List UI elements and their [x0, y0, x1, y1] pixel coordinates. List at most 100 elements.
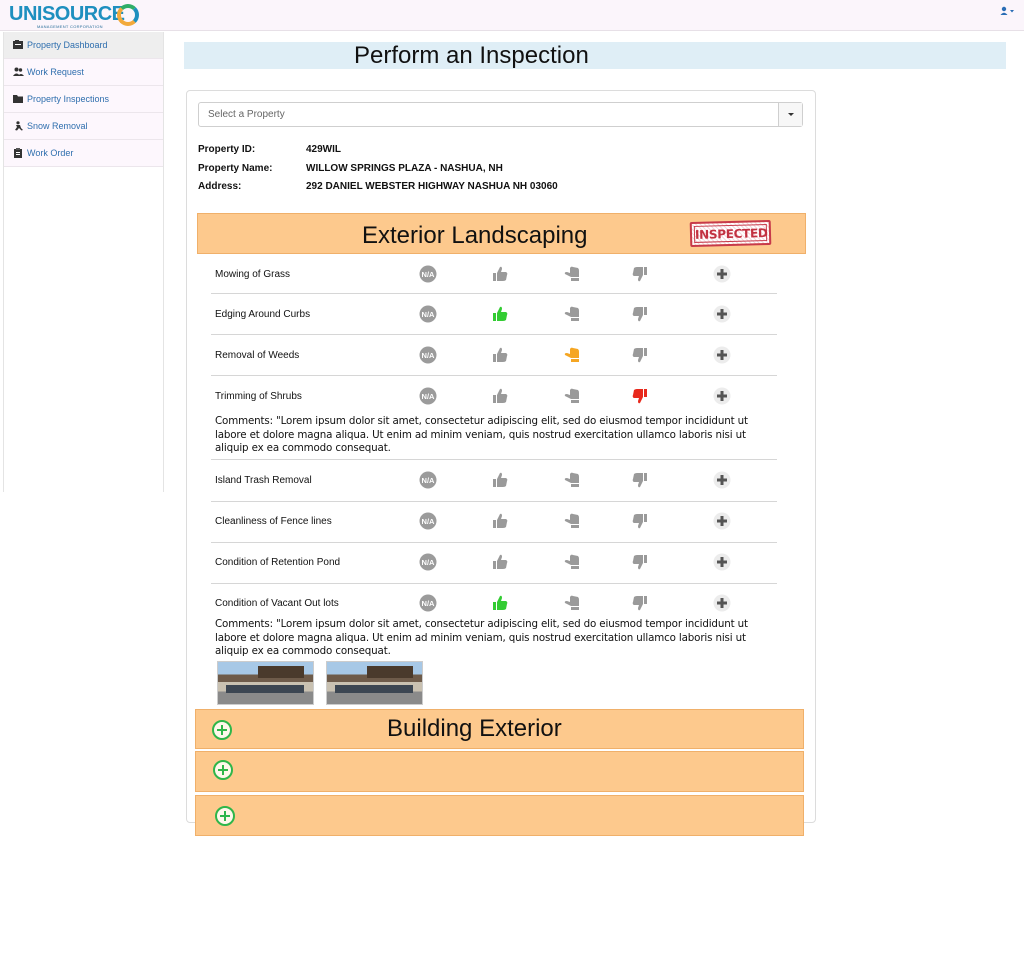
thumbs-sideways-icon[interactable] — [562, 264, 582, 284]
thumbs-sideways-icon[interactable] — [562, 345, 582, 365]
sidebar-item-label: Work Order — [27, 148, 74, 158]
inspection-item-label: Edging Around Curbs — [215, 309, 311, 320]
inspection-item-label: Condition of Vacant Out lots — [215, 598, 339, 609]
thumbs-up-icon[interactable] — [490, 345, 510, 365]
property-address-value: 292 DANIEL WEBSTER HIGHWAY NASHUA NH 030… — [306, 181, 558, 192]
inspected-stamp-text: INSPECTED — [693, 224, 768, 243]
top-navbar: UNISOURCE MANAGEMENT CORPORATION — [0, 0, 1024, 31]
user-menu-button[interactable] — [1000, 6, 1016, 19]
thumbs-down-icon[interactable] — [630, 304, 650, 324]
dashboard-icon — [13, 40, 24, 50]
thumbs-down-icon[interactable] — [630, 511, 650, 531]
expand-section-icon[interactable] — [213, 760, 233, 780]
thumbs-up-icon[interactable] — [490, 470, 510, 490]
svg-text:N/A: N/A — [422, 517, 436, 526]
thumbs-up-icon[interactable] — [490, 386, 510, 406]
inspection-item-label: Island Trash Removal — [215, 475, 312, 486]
add-comment-icon[interactable] — [712, 552, 732, 572]
thumbs-sideways-icon[interactable] — [562, 593, 582, 613]
svg-text:N/A: N/A — [422, 392, 436, 401]
comment-text: Comments: "Lorem ipsum dolor sit amet, c… — [215, 415, 748, 454]
property-id-row: Property ID: 429WIL — [198, 144, 341, 155]
na-button[interactable]: N/A — [418, 593, 438, 613]
thumbs-down-icon[interactable] — [630, 345, 650, 365]
svg-text:N/A: N/A — [422, 599, 436, 608]
thumbs-sideways-icon[interactable] — [562, 304, 582, 324]
thumbs-up-icon[interactable] — [490, 264, 510, 284]
clipboard-icon — [13, 148, 24, 158]
logo-mark-icon — [117, 4, 139, 26]
na-button[interactable]: N/A — [418, 552, 438, 572]
thumbs-down-icon[interactable] — [630, 552, 650, 572]
property-address-row: Address: 292 DANIEL WEBSTER HIGHWAY NASHU… — [198, 181, 558, 192]
sidebar-item-property-inspections[interactable]: Property Inspections — [4, 86, 163, 113]
sidebar-item-label: Property Dashboard — [27, 40, 108, 50]
sidebar-item-label: Work Request — [27, 67, 84, 77]
logo-text-source: SOURCE — [41, 3, 125, 25]
add-comment-icon[interactable] — [712, 386, 732, 406]
na-button[interactable]: N/A — [418, 345, 438, 365]
sidebar-item-label: Property Inspections — [27, 94, 110, 104]
inspection-photo[interactable] — [217, 661, 314, 705]
sidebar-item-work-order[interactable]: Work Order — [4, 140, 163, 167]
thumbs-down-icon[interactable] — [630, 264, 650, 284]
sidebar-item-label: Snow Removal — [27, 121, 88, 131]
logo-tagline: MANAGEMENT CORPORATION — [37, 24, 103, 29]
inspection-item-label: Condition of Retention Pond — [215, 557, 341, 568]
inspection-item-label: Removal of Weeds — [215, 350, 300, 361]
add-comment-icon[interactable] — [712, 593, 732, 613]
add-comment-icon[interactable] — [712, 345, 732, 365]
sidebar-item-property-dashboard[interactable]: Property Dashboard — [4, 32, 163, 59]
inspection-item-label: Cleanliness of Fence lines — [215, 516, 332, 527]
snow-worker-icon — [13, 121, 24, 131]
add-comment-icon[interactable] — [712, 304, 732, 324]
dropdown-caret-icon[interactable] — [778, 103, 802, 126]
thumbs-sideways-icon[interactable] — [562, 470, 582, 490]
thumbs-up-icon[interactable] — [490, 552, 510, 572]
thumbs-up-icon[interactable] — [490, 593, 510, 613]
section-header-collapsed[interactable] — [195, 795, 804, 836]
property-name-row: Property Name: WILLOW SPRINGS PLAZA - NAS… — [198, 163, 503, 174]
caret-down-icon — [1010, 10, 1014, 13]
svg-text:N/A: N/A — [422, 351, 436, 360]
section-title: Exterior Landscaping — [362, 222, 588, 249]
property-address-label: Address: — [198, 181, 242, 192]
sidebar-item-snow-removal[interactable]: Snow Removal — [4, 113, 163, 140]
users-icon — [13, 67, 24, 77]
expand-section-icon[interactable] — [215, 806, 235, 826]
thumbs-up-icon[interactable] — [490, 304, 510, 324]
property-name-label: Property Name: — [198, 163, 273, 174]
logo-text-uni: UNI — [9, 3, 42, 25]
thumbs-sideways-icon[interactable] — [562, 386, 582, 406]
inspection-item-label: Mowing of Grass — [215, 269, 291, 280]
inspection-photo[interactable] — [326, 661, 423, 705]
thumbs-sideways-icon[interactable] — [562, 552, 582, 572]
na-button[interactable]: N/A — [418, 386, 438, 406]
property-select-placeholder: Select a Property — [208, 109, 285, 120]
thumbs-down-icon[interactable] — [630, 386, 650, 406]
user-icon — [1000, 6, 1014, 15]
na-button[interactable]: N/A — [418, 511, 438, 531]
add-comment-icon[interactable] — [712, 264, 732, 284]
na-button[interactable]: N/A — [418, 470, 438, 490]
property-name-value: WILLOW SPRINGS PLAZA - NASHUA, NH — [306, 163, 503, 174]
svg-text:N/A: N/A — [422, 270, 436, 279]
section-header-collapsed[interactable] — [195, 751, 804, 792]
expand-section-icon[interactable] — [212, 720, 232, 740]
property-id-label: Property ID: — [198, 144, 256, 155]
thumbs-down-icon[interactable] — [630, 593, 650, 613]
thumbs-sideways-icon[interactable] — [562, 511, 582, 531]
unisource-logo[interactable]: UNISOURCE MANAGEMENT CORPORATION — [9, 3, 139, 30]
add-comment-icon[interactable] — [712, 470, 732, 490]
inspected-stamp: INSPECTED — [689, 219, 772, 248]
sidebar: Property Dashboard Work Request Property… — [3, 32, 164, 492]
add-comment-icon[interactable] — [712, 511, 732, 531]
property-select[interactable]: Select a Property — [198, 102, 803, 127]
thumbs-down-icon[interactable] — [630, 470, 650, 490]
page-title: Perform an Inspection — [184, 42, 1006, 69]
na-button[interactable]: N/A — [418, 264, 438, 284]
thumbs-up-icon[interactable] — [490, 511, 510, 531]
svg-text:N/A: N/A — [422, 310, 436, 319]
na-button[interactable]: N/A — [418, 304, 438, 324]
sidebar-item-work-request[interactable]: Work Request — [4, 59, 163, 86]
